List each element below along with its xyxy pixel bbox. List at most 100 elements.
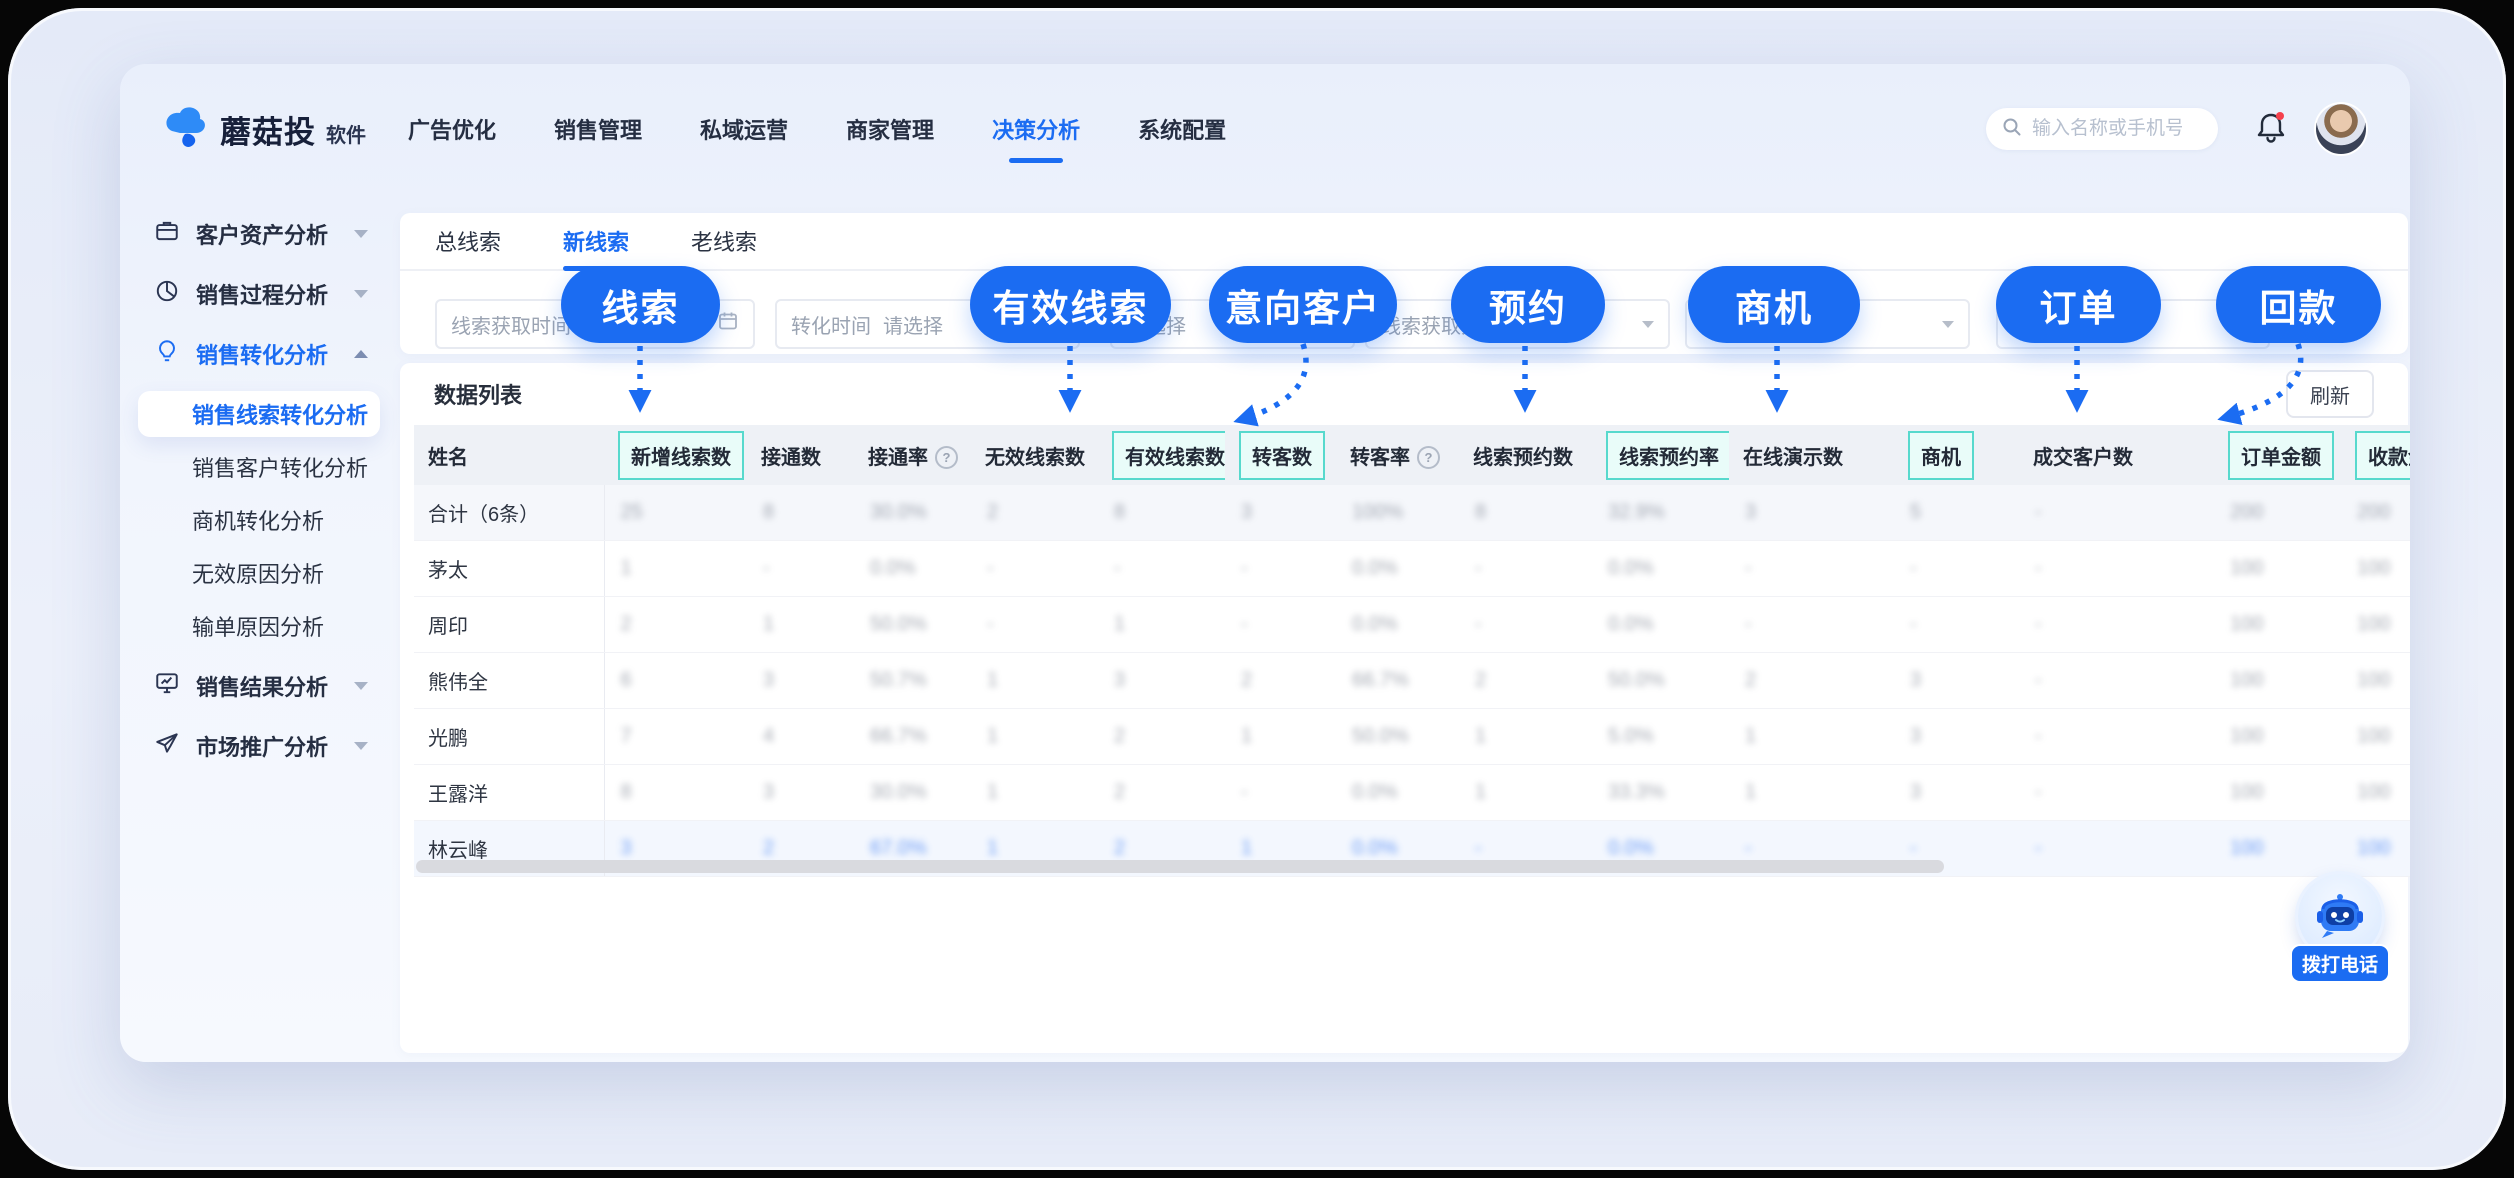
data-cell-blurred: 100 bbox=[2214, 541, 2341, 597]
column-label-highlighted: 新增线索数 bbox=[618, 431, 744, 480]
bulb-icon bbox=[154, 338, 180, 370]
data-cell-blurred: 0.0% bbox=[1336, 541, 1459, 597]
bubble-valid-leads: 有效线索 bbox=[970, 266, 1171, 343]
chevron-down-icon bbox=[354, 290, 368, 298]
horizontal-scrollbar[interactable] bbox=[416, 860, 1944, 873]
refresh-button[interactable]: 刷新 bbox=[2286, 370, 2374, 418]
data-cell-blurred: - bbox=[2019, 541, 2214, 597]
data-cell-blurred: - bbox=[2019, 765, 2214, 821]
bubble-leads: 线索 bbox=[561, 266, 720, 343]
nav-item-ad[interactable]: 广告优化 bbox=[408, 113, 496, 145]
pie-icon bbox=[154, 278, 180, 310]
column-label: 接通数 bbox=[761, 447, 821, 469]
column-label: 线索预约数 bbox=[1473, 447, 1573, 469]
data-cell-blurred: 8 bbox=[1459, 485, 1592, 541]
data-cell-blurred: 6 bbox=[604, 653, 747, 709]
data-table-card: 数据列表 刷新 姓名新增线索数接通数接通率?无效线索数有效线索数转客数转客率?线… bbox=[400, 363, 2408, 1053]
data-cell-blurred[interactable]: - bbox=[2019, 821, 2214, 877]
column-label: 转客率 bbox=[1350, 447, 1410, 469]
tab-total-leads[interactable]: 总线索 bbox=[435, 213, 501, 269]
data-cell-blurred: 25 bbox=[604, 485, 747, 541]
row-name-cell: 王露洋 bbox=[414, 765, 604, 821]
data-cell-blurred: 3 bbox=[1729, 485, 1894, 541]
data-cell-blurred: 2 bbox=[604, 597, 747, 653]
main-nav: 广告优化 销售管理 私域运营 商家管理 决策分析 系统配置 bbox=[408, 113, 1226, 145]
data-cell-blurred: 0.0% bbox=[1592, 597, 1729, 653]
data-cell-blurred: - bbox=[1894, 597, 2019, 653]
data-cell-blurred: 3 bbox=[1894, 709, 2019, 765]
data-cell-blurred: 3 bbox=[747, 765, 854, 821]
data-cell-blurred: - bbox=[1459, 597, 1592, 653]
column-label-highlighted: 线索预约率 bbox=[1606, 431, 1729, 480]
tab-old-leads[interactable]: 老线索 bbox=[691, 213, 757, 269]
table-row: 周印2150.0%-1-0.0%-0.0%---100100- bbox=[414, 597, 2410, 653]
data-cell-blurred: 0.0% bbox=[1592, 541, 1729, 597]
nav-item-private[interactable]: 私域运营 bbox=[700, 113, 788, 145]
table-row: 熊伟全6350.7%13266.7%250.0%23-100100- bbox=[414, 653, 2410, 709]
data-cell-blurred: - bbox=[1459, 541, 1592, 597]
column-label-highlighted: 收款金额 bbox=[2355, 431, 2410, 480]
sidebar-item-sales-conversion[interactable]: 销售转化分析 bbox=[120, 324, 398, 384]
sidebar-item-market-promotion[interactable]: 市场推广分析 bbox=[120, 716, 398, 776]
row-name-cell: 合计（6条） bbox=[414, 485, 604, 541]
data-cell-blurred: 1 bbox=[747, 597, 854, 653]
notification-bell[interactable] bbox=[2256, 111, 2286, 148]
table-row: 合计（6条）25830.0%283100%832.9%35-200200- bbox=[414, 485, 2410, 541]
data-cell-blurred: - bbox=[2019, 653, 2214, 709]
data-cell-blurred: 0.0% bbox=[1336, 597, 1459, 653]
sidebar-item-invalid-reason-analysis[interactable]: 无效原因分析 bbox=[138, 550, 380, 596]
sidebar-item-customer-assets[interactable]: 客户资产分析 bbox=[120, 204, 398, 264]
column-header: 转客率? bbox=[1336, 425, 1459, 485]
data-cell-blurred: 1 bbox=[1225, 709, 1336, 765]
sidebar-item-lead-conversion-analysis[interactable]: 销售线索转化分析 bbox=[138, 391, 380, 437]
column-label-highlighted: 商机 bbox=[1908, 431, 1974, 480]
sidebar-item-lost-order-reason-analysis[interactable]: 输单原因分析 bbox=[138, 603, 380, 649]
nav-item-system[interactable]: 系统配置 bbox=[1138, 113, 1226, 145]
data-cell-blurred: - bbox=[2019, 597, 2214, 653]
data-cell-blurred[interactable]: 100 bbox=[2341, 821, 2410, 877]
data-cell-blurred: 100 bbox=[2341, 597, 2410, 653]
column-label: 无效线索数 bbox=[985, 447, 1085, 469]
sidebar-item-sales-result[interactable]: 销售结果分析 bbox=[120, 656, 398, 716]
sidebar-item-customer-conversion-analysis[interactable]: 销售客户转化分析 bbox=[138, 444, 380, 490]
sidebar: 客户资产分析 销售过程分析 销售转化分析 销售线索转化分析 销售客户转化分析 商… bbox=[120, 194, 398, 1062]
bubble-opportunity: 商机 bbox=[1688, 266, 1860, 343]
table-row: 茅太1-0.0%---0.0%-0.0%---100100- bbox=[414, 541, 2410, 597]
global-search[interactable] bbox=[1986, 108, 2218, 150]
data-cell-blurred: 3 bbox=[1098, 653, 1225, 709]
calendar-icon bbox=[717, 310, 739, 338]
data-cell-blurred: 2 bbox=[971, 485, 1098, 541]
help-icon[interactable]: ? bbox=[935, 446, 958, 469]
help-icon[interactable]: ? bbox=[1417, 446, 1440, 469]
table-title: 数据列表 bbox=[434, 378, 522, 410]
tab-new-leads[interactable]: 新线索 bbox=[563, 213, 629, 269]
bubble-order: 订单 bbox=[1996, 266, 2161, 343]
table-header-row: 姓名新增线索数接通数接通率?无效线索数有效线索数转客数转客率?线索预约数线索预约… bbox=[414, 425, 2410, 485]
table-card-header: 数据列表 刷新 bbox=[400, 363, 2408, 425]
monitor-icon bbox=[154, 670, 180, 702]
chevron-down-icon bbox=[354, 742, 368, 750]
data-cell-blurred: - bbox=[1894, 541, 2019, 597]
sidebar-item-opportunity-conversion-analysis[interactable]: 商机转化分析 bbox=[138, 497, 380, 543]
row-name-cell: 熊伟全 bbox=[414, 653, 604, 709]
data-cell-blurred: - bbox=[2019, 709, 2214, 765]
bubble-intent-customer: 意向客户 bbox=[1209, 266, 1397, 343]
data-cell-blurred[interactable]: 100 bbox=[2214, 821, 2341, 877]
data-cell-blurred: 1 bbox=[1729, 709, 1894, 765]
nav-item-merchant[interactable]: 商家管理 bbox=[846, 113, 934, 145]
lead-tabs: 总线索 新线索 老线索 bbox=[400, 213, 2408, 271]
nav-item-sales[interactable]: 销售管理 bbox=[554, 113, 642, 145]
data-cell-blurred: - bbox=[1225, 597, 1336, 653]
column-header: 新增线索数 bbox=[604, 425, 747, 485]
top-navbar: 蘑菇投 软件 广告优化 销售管理 私域运营 商家管理 决策分析 系统配置 bbox=[120, 64, 2410, 194]
data-cell-blurred: 0.0% bbox=[1336, 765, 1459, 821]
call-robot-button[interactable]: 拨打电话 bbox=[2286, 874, 2394, 981]
brand-logo-icon bbox=[158, 101, 210, 158]
sidebar-item-sales-process[interactable]: 销售过程分析 bbox=[120, 264, 398, 324]
user-avatar[interactable] bbox=[2316, 104, 2366, 154]
nav-item-analysis[interactable]: 决策分析 bbox=[992, 113, 1080, 145]
search-input[interactable] bbox=[2030, 117, 2184, 141]
row-name-cell: 光鹏 bbox=[414, 709, 604, 765]
column-header: 成交客户数 bbox=[2019, 425, 2214, 485]
column-label: 接通率 bbox=[868, 447, 928, 469]
